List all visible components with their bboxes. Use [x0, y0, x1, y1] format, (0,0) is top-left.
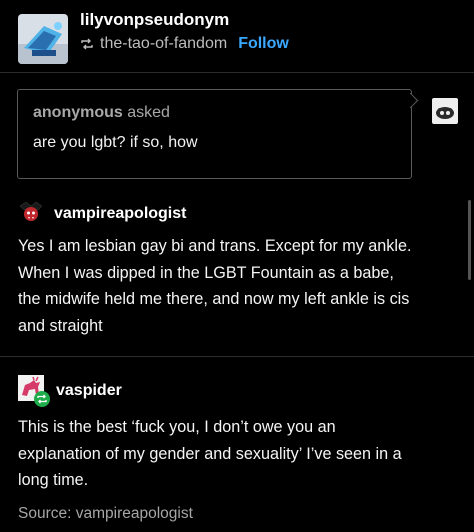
- reblog-icon: [80, 37, 94, 51]
- asker-name: anonymous: [33, 104, 123, 121]
- asked-label: asked: [127, 104, 170, 121]
- author-name[interactable]: vaspider: [56, 382, 122, 400]
- anonymous-avatar-icon: [432, 98, 458, 124]
- blog-name[interactable]: lilyvonpseudonym: [80, 10, 229, 30]
- ask-question: are you lgbt? if so, how: [33, 134, 198, 151]
- reblog-author-row: vaspider: [18, 375, 122, 407]
- blog-avatar[interactable]: [18, 14, 68, 64]
- post-body: Yes I am lesbian gay bi and trans. Excep…: [18, 233, 458, 340]
- scrollbar[interactable]: [468, 200, 471, 280]
- post-body: This is the best ‘fuck you, I don’t owe …: [18, 414, 458, 494]
- post-line: explanation of my gender and sexuality’ …: [18, 444, 402, 463]
- follow-button[interactable]: Follow: [238, 35, 289, 53]
- post-source[interactable]: Source: vampireapologist: [18, 505, 193, 523]
- post-line: and straight: [18, 317, 103, 336]
- reblog-author-row: vampireapologist: [18, 198, 186, 229]
- post-line: This is the best ‘fuck you, I don’t owe …: [18, 418, 336, 436]
- post-line: Yes I am lesbian gay bi and trans. Excep…: [18, 237, 412, 255]
- ask-box: anonymous asked are you lgbt? if so, how: [17, 89, 412, 179]
- asker-line: anonymous asked: [33, 104, 170, 122]
- reblogged-from-link[interactable]: the-tao-of-fandom: [100, 35, 227, 53]
- post-line: the midwife held me there, and now my le…: [18, 290, 410, 309]
- post-line: When I was dipped in the LGBT Fountain a…: [18, 263, 394, 282]
- vaspider-avatar[interactable]: [18, 375, 50, 407]
- vampireapologist-avatar[interactable]: [18, 198, 44, 229]
- author-name[interactable]: vampireapologist: [54, 205, 186, 223]
- divider: [0, 72, 474, 73]
- reblog-source: the-tao-of-fandom Follow: [80, 35, 289, 53]
- post-header: lilyvonpseudonym the-tao-of-fandom Follo…: [0, 0, 474, 72]
- post-line: long time.: [18, 471, 89, 490]
- reblog-badge-icon: [34, 391, 50, 412]
- divider: [0, 356, 474, 357]
